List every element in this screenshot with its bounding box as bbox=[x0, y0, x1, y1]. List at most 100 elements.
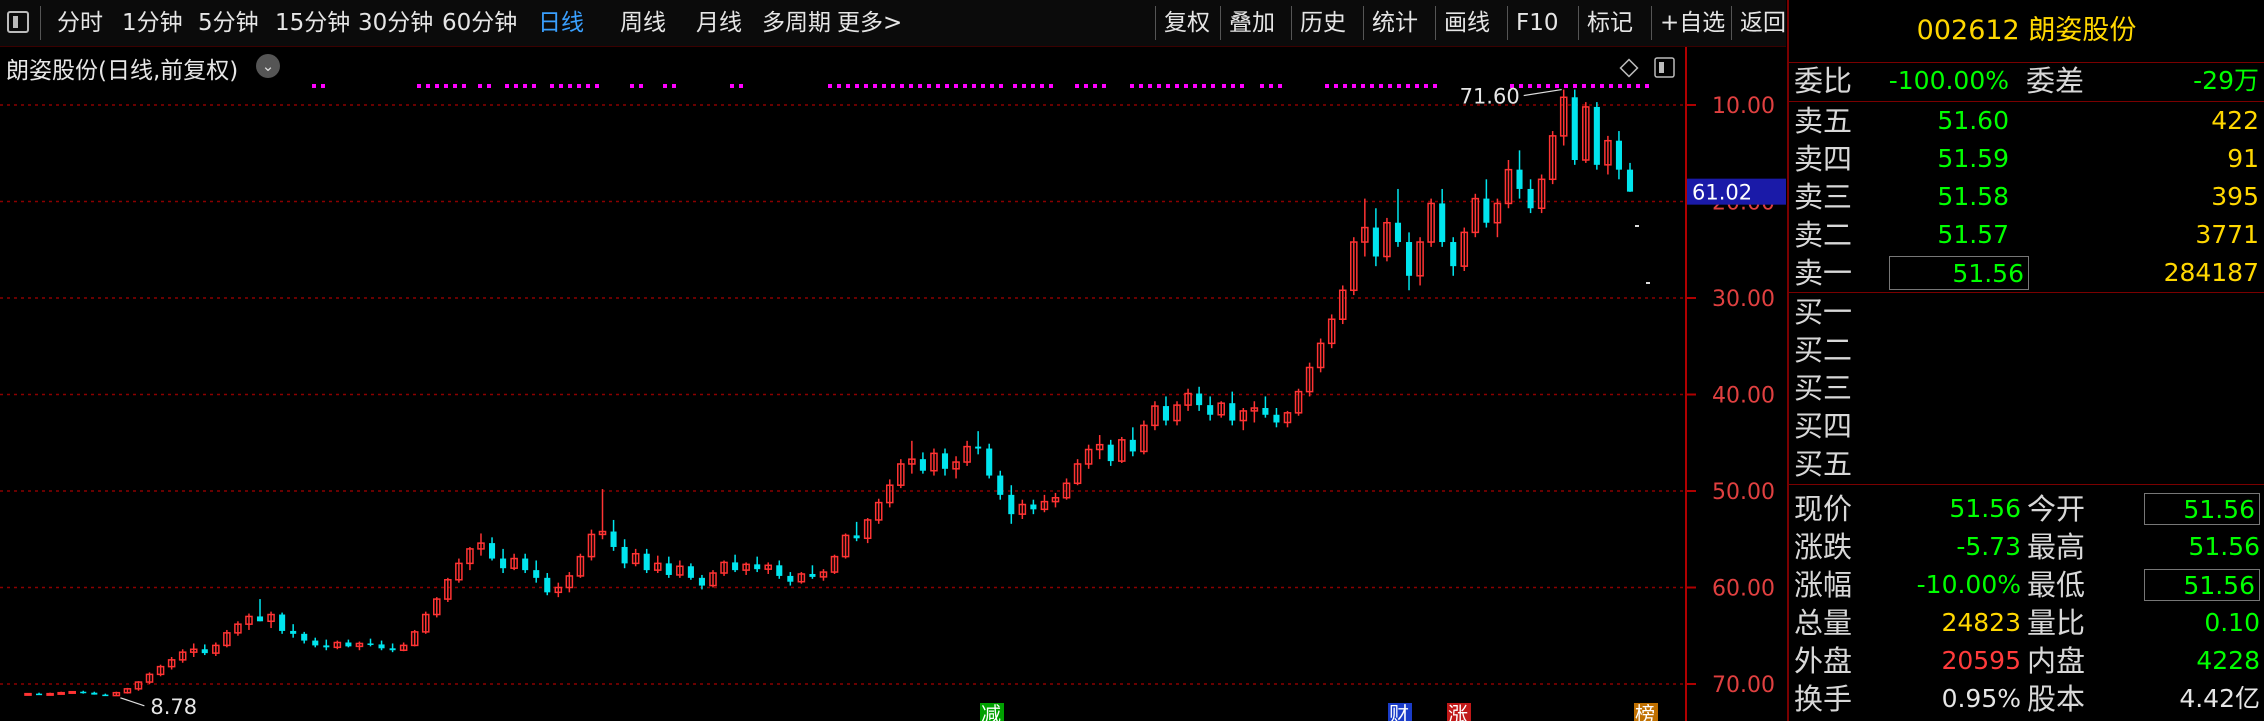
signal-dot bbox=[462, 84, 466, 88]
tool-button-7[interactable]: +自选 bbox=[1660, 0, 1725, 46]
tool-button-3[interactable]: 统计 bbox=[1372, 0, 1418, 46]
candle-body-down bbox=[776, 565, 783, 576]
signal-dot bbox=[1582, 84, 1586, 88]
signal-dot bbox=[1397, 84, 1401, 88]
tab-period-9[interactable]: 多周期 bbox=[762, 0, 831, 46]
tab-period-1[interactable]: 1分钟 bbox=[122, 0, 183, 46]
candle-body-down bbox=[290, 630, 297, 634]
stat-value: -10.00% bbox=[1916, 570, 2021, 599]
candle-body-down bbox=[256, 616, 264, 622]
stock-code: 002612 bbox=[1916, 15, 2020, 46]
diamond-icon[interactable] bbox=[1619, 58, 1639, 78]
tool-button-1[interactable]: 叠加 bbox=[1229, 0, 1275, 46]
stat-label: 外盘 bbox=[1794, 644, 1853, 678]
signal-dot bbox=[1175, 84, 1179, 88]
candle-body-down bbox=[621, 546, 628, 564]
buy-label: 买二 bbox=[1794, 333, 1853, 367]
toolbar-divider bbox=[1578, 6, 1579, 40]
buy-label: 买一 bbox=[1794, 295, 1853, 329]
high-leader-line bbox=[1523, 88, 1562, 97]
stat-value: 24823 bbox=[1941, 608, 2021, 637]
chart-title: 朗姿股份(日线,前复权) bbox=[6, 58, 239, 84]
signal-dot bbox=[1406, 84, 1410, 88]
stat-label: 最低 bbox=[2027, 568, 2086, 602]
tab-period-0[interactable]: 分时 bbox=[57, 0, 103, 46]
candle-body-down bbox=[1129, 439, 1136, 452]
signal-dot bbox=[1211, 84, 1215, 88]
y-tick-label: 40.00 bbox=[1712, 384, 1775, 409]
signal-dot bbox=[981, 84, 985, 88]
signal-dot bbox=[1343, 84, 1347, 88]
signal-dot bbox=[478, 84, 482, 88]
candle-body-down bbox=[1229, 403, 1236, 421]
toolbar-divider bbox=[40, 6, 41, 40]
candle-body-down bbox=[1405, 242, 1413, 276]
candle-body-down bbox=[698, 577, 705, 586]
tool-button-4[interactable]: 画线 bbox=[1444, 0, 1490, 46]
tool-button-2[interactable]: 历史 bbox=[1300, 0, 1346, 46]
layout-toggle-icon[interactable] bbox=[7, 11, 29, 33]
buy-row-1: 买一 bbox=[1789, 293, 2264, 331]
candle-body-down bbox=[919, 459, 926, 471]
sell-price[interactable]: 51.57 bbox=[1869, 216, 2009, 254]
signal-dot bbox=[963, 84, 967, 88]
candle-body-down bbox=[279, 614, 286, 631]
event-marker[interactable]: 榜 bbox=[1635, 702, 1655, 721]
tab-period-4[interactable]: 30分钟 bbox=[358, 0, 433, 46]
sell-label: 卖三 bbox=[1794, 180, 1853, 214]
tab-period-7[interactable]: 周线 bbox=[620, 0, 666, 46]
sell-price[interactable]: 51.60 bbox=[1869, 102, 2009, 140]
signal-dot bbox=[846, 84, 850, 88]
tab-period-5[interactable]: 60分钟 bbox=[442, 0, 517, 46]
weibi-row: 委比 -100.00% 委差 -29万 bbox=[1789, 62, 2264, 100]
kline-canvas[interactable]: 70.0060.0050.0040.0030.0020.0010.0071.60… bbox=[0, 47, 1786, 721]
signal-dot bbox=[828, 84, 832, 88]
stat-value: 51.56 bbox=[2144, 493, 2260, 525]
tool-button-8[interactable]: 返回 bbox=[1740, 0, 1786, 46]
event-marker[interactable]: 涨 bbox=[1448, 702, 1468, 721]
signal-dot bbox=[453, 84, 457, 88]
buy-row-2: 买二 bbox=[1789, 331, 2264, 369]
signal-dot bbox=[1325, 84, 1329, 88]
sell-volume: 422 bbox=[2211, 106, 2259, 135]
tool-button-6[interactable]: 标记 bbox=[1587, 0, 1633, 46]
buy-row-4: 买四 bbox=[1789, 407, 2264, 445]
candle-body-down bbox=[1615, 140, 1622, 170]
weicha-value: -29万 bbox=[2193, 66, 2259, 95]
signal-dot bbox=[1031, 84, 1035, 88]
tab-period-8[interactable]: 月线 bbox=[696, 0, 742, 46]
candle-body-down bbox=[1107, 444, 1114, 462]
sell-price[interactable]: 51.58 bbox=[1869, 178, 2009, 216]
sell-volume: 3771 bbox=[2195, 220, 2259, 249]
sell-price[interactable]: 51.56 bbox=[1889, 256, 2029, 290]
signal-dot bbox=[945, 84, 949, 88]
signal-dot bbox=[1075, 84, 1079, 88]
signal-dot bbox=[1102, 84, 1106, 88]
signal-dot bbox=[999, 84, 1003, 88]
tool-button-5[interactable]: F10 bbox=[1516, 0, 1559, 46]
signal-dot bbox=[1093, 84, 1097, 88]
candle-body-down bbox=[941, 453, 949, 469]
tool-button-0[interactable]: 复权 bbox=[1164, 0, 1210, 46]
signal-dot bbox=[1555, 84, 1559, 88]
candle-body-down bbox=[488, 543, 496, 559]
sell-price[interactable]: 51.59 bbox=[1869, 140, 2009, 178]
signal-dot bbox=[1148, 84, 1152, 88]
event-marker[interactable]: 财 bbox=[1389, 702, 1409, 721]
toolbar-divider bbox=[1507, 6, 1508, 40]
signal-dot bbox=[739, 84, 743, 88]
event-marker[interactable]: 减 bbox=[981, 702, 1001, 721]
tab-period-6[interactable]: 日线 bbox=[538, 0, 584, 46]
panel-toggle-icon[interactable] bbox=[1654, 57, 1675, 78]
stat-value: 4228 bbox=[2196, 646, 2260, 675]
candle-body-down bbox=[997, 475, 1004, 495]
signal-dot bbox=[1361, 84, 1365, 88]
tab-period-2[interactable]: 5分钟 bbox=[198, 0, 259, 46]
candle-body-down bbox=[312, 640, 319, 646]
chevron-down-icon[interactable]: ⌄ bbox=[256, 54, 280, 78]
tab-period-10[interactable]: 更多> bbox=[837, 0, 902, 46]
kline-chart[interactable]: 70.0060.0050.0040.0030.0020.0010.0071.60… bbox=[0, 47, 1786, 721]
signal-dot bbox=[514, 84, 518, 88]
tab-period-3[interactable]: 15分钟 bbox=[275, 0, 350, 46]
signal-dot bbox=[864, 84, 868, 88]
